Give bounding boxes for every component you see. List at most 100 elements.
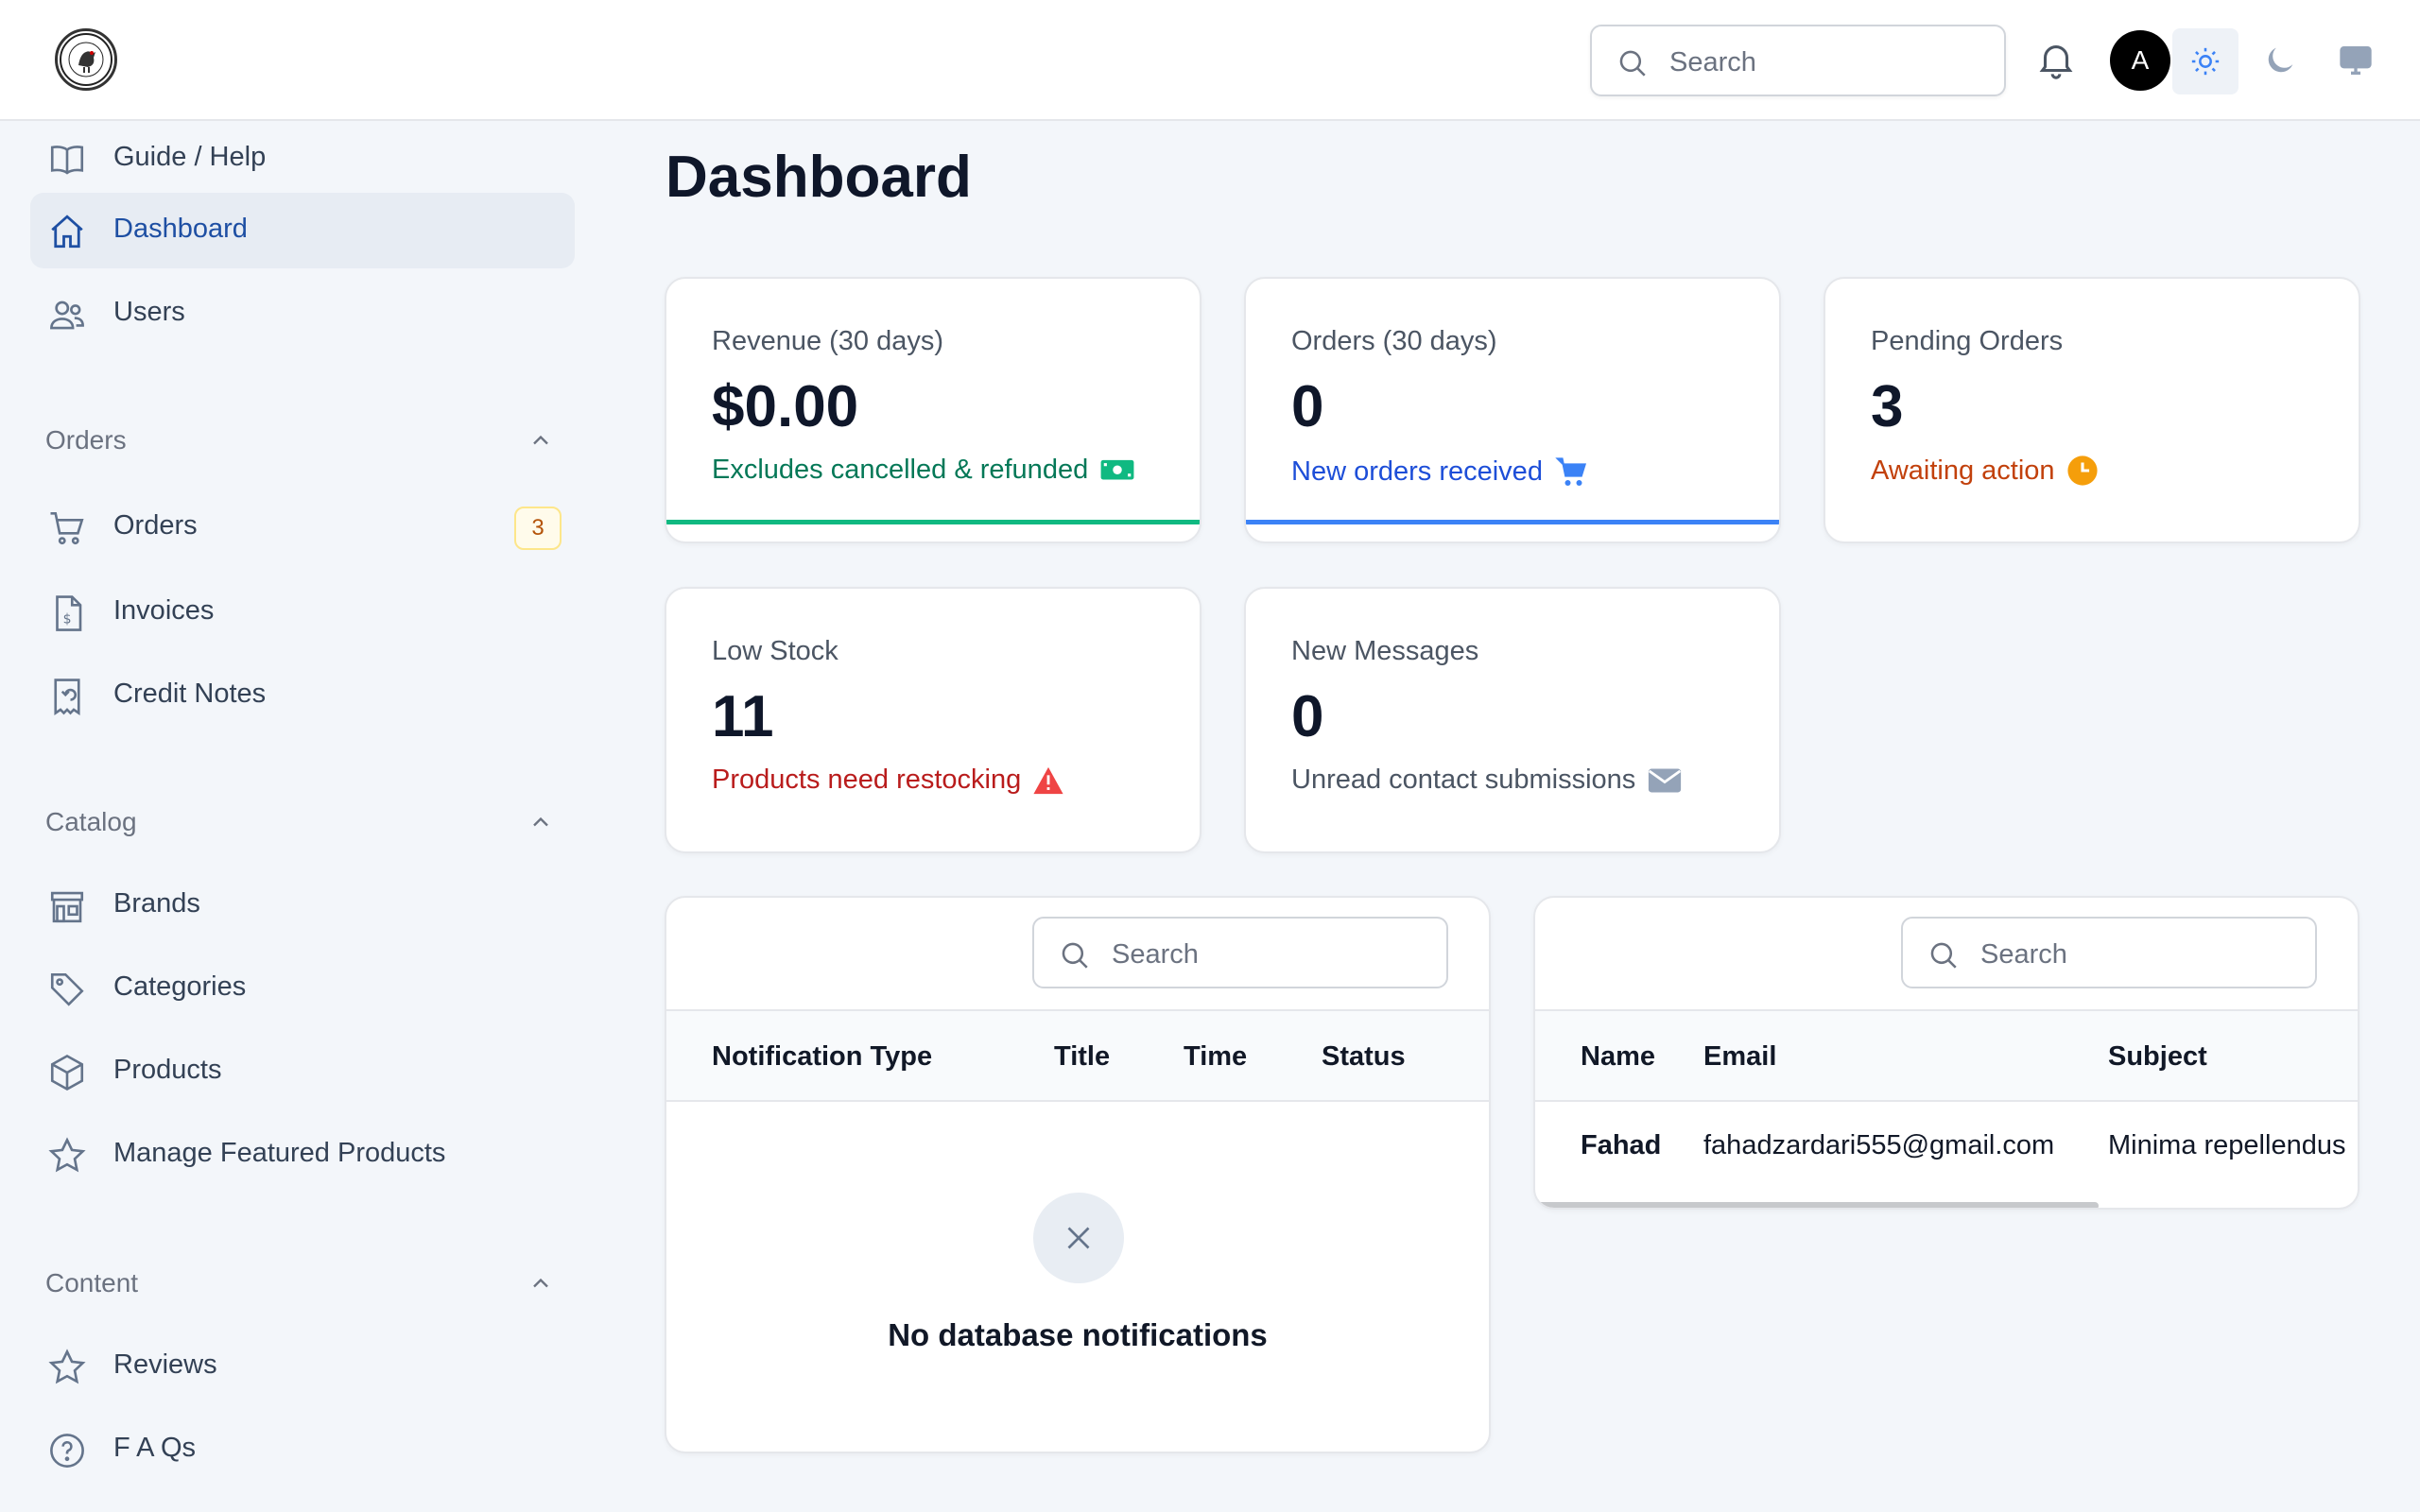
stat-value: 0 xyxy=(1291,684,1324,749)
sidebar-item-invoices[interactable]: $ Invoices xyxy=(30,575,575,650)
messages-table-header: Name Email Subject xyxy=(1535,1009,2358,1102)
notifications-search-input[interactable]: Search xyxy=(1032,917,1448,988)
stat-value: 3 xyxy=(1871,374,1904,439)
sidebar-group-catalog[interactable]: Catalog xyxy=(45,807,137,837)
column-header-name[interactable]: Name xyxy=(1581,1041,1655,1073)
sidebar-item-label: Reviews xyxy=(113,1349,217,1380)
stat-description-text: Excludes cancelled & refunded xyxy=(712,455,1089,485)
moon-icon[interactable] xyxy=(2261,42,2299,79)
chevron-up-icon[interactable] xyxy=(527,1270,554,1297)
storefront-icon xyxy=(50,891,84,923)
cube-icon xyxy=(50,1054,84,1091)
star-icon xyxy=(48,1349,86,1384)
stat-card-pending-orders[interactable]: Pending Orders 3 Awaiting action xyxy=(1824,277,2360,543)
column-header-title[interactable]: Title xyxy=(1054,1041,1110,1073)
column-header-subject[interactable]: Subject xyxy=(2108,1041,2207,1073)
invoice-icon: $ xyxy=(56,595,82,631)
notifications-search-placeholder: Search xyxy=(1112,939,1199,970)
messages-search-input[interactable]: Search xyxy=(1901,917,2317,988)
top-bar: Search A xyxy=(0,0,2420,121)
stat-description: Awaiting action xyxy=(1871,455,2099,487)
stat-card-orders[interactable]: Orders (30 days) 0 New orders received xyxy=(1244,277,1781,543)
sidebar-item-label: Orders xyxy=(113,510,198,541)
column-header-notification-type[interactable]: Notification Type xyxy=(712,1041,932,1073)
sidebar-item-categories[interactable]: Categories xyxy=(30,951,575,1026)
brand-logo[interactable] xyxy=(55,28,117,91)
stat-description-text: New orders received xyxy=(1291,455,1543,487)
stat-label: Low Stock xyxy=(712,636,838,666)
column-header-time[interactable]: Time xyxy=(1184,1041,1247,1073)
stat-card-revenue[interactable]: Revenue (30 days) $0.00 Excludes cancell… xyxy=(665,277,1201,543)
global-search-placeholder: Search xyxy=(1669,47,1756,77)
sidebar-item-products[interactable]: Products xyxy=(30,1034,575,1109)
close-icon xyxy=(1067,1227,1090,1249)
sidebar-item-label: Manage Featured Products xyxy=(113,1138,446,1168)
svg-text:$: $ xyxy=(63,612,72,627)
sidebar-item-manage-featured-products[interactable]: Manage Featured Products xyxy=(30,1117,575,1193)
stat-card-new-messages[interactable]: New Messages 0 Unread contact submission… xyxy=(1244,587,1781,853)
empty-state-icon-wrapper xyxy=(1033,1193,1124,1283)
sidebar: Guide / Help Dashboard Users Orders Orde… xyxy=(0,123,605,1512)
sidebar-item-orders[interactable]: Orders 3 xyxy=(30,490,575,565)
sidebar-item-dashboard[interactable]: Dashboard xyxy=(30,193,575,268)
sidebar-item-reviews[interactable]: Reviews xyxy=(30,1329,575,1404)
orders-count-badge: 3 xyxy=(514,507,562,550)
bell-icon[interactable] xyxy=(2034,38,2078,81)
horizontal-scrollbar[interactable] xyxy=(1535,1202,2099,1208)
sidebar-item-label: Users xyxy=(113,297,185,327)
home-icon xyxy=(51,215,83,249)
global-search-input[interactable]: Search xyxy=(1590,25,2006,96)
receipt-refund-icon xyxy=(54,679,80,715)
column-header-status[interactable]: Status xyxy=(1322,1041,1406,1073)
notifications-table-card: Search Notification Type Title Time Stat… xyxy=(665,896,1491,1453)
sidebar-item-label: F A Qs xyxy=(113,1433,197,1463)
warning-icon xyxy=(1033,766,1063,794)
clock-icon xyxy=(2066,455,2098,486)
cell-name: Fahad xyxy=(1581,1130,1662,1160)
sidebar-group-content[interactable]: Content xyxy=(45,1268,138,1298)
stat-description-text: Awaiting action xyxy=(1871,455,2055,486)
stat-description: Products need restocking xyxy=(712,765,1064,796)
cell-subject: Minima repellendus xyxy=(2108,1130,2346,1160)
notifications-table-header: Notification Type Title Time Status xyxy=(666,1009,1489,1102)
column-header-email[interactable]: Email xyxy=(1703,1041,1776,1073)
cart-icon xyxy=(50,511,84,545)
book-icon xyxy=(50,146,84,175)
search-icon xyxy=(1619,50,1646,77)
sidebar-item-label: Invoices xyxy=(113,595,215,626)
stat-description: Excludes cancelled & refunded xyxy=(712,455,1135,486)
stat-description-text: Unread contact submissions xyxy=(1291,765,1636,795)
stat-label: Pending Orders xyxy=(1871,326,2064,356)
stat-accent-bar xyxy=(1246,520,1779,524)
question-circle-icon xyxy=(50,1434,84,1468)
user-avatar[interactable]: A xyxy=(2110,30,2170,91)
messages-table-card: Search Name Email Subject Fahad fahadzar… xyxy=(1533,896,2360,1210)
stat-label: New Messages xyxy=(1291,636,1479,666)
stat-value: 0 xyxy=(1291,374,1324,439)
sidebar-item-label: Categories xyxy=(113,971,247,1002)
monitor-icon[interactable] xyxy=(2337,42,2375,79)
sidebar-item-users[interactable]: Users xyxy=(30,276,575,352)
sidebar-item-label: Credit Notes xyxy=(113,679,267,709)
sidebar-item-guide-help[interactable]: Guide / Help xyxy=(30,121,575,197)
sun-icon xyxy=(2191,47,2220,76)
sidebar-group-orders[interactable]: Orders xyxy=(45,425,127,455)
theme-light-button[interactable] xyxy=(2172,28,2238,94)
sidebar-item-label: Products xyxy=(113,1055,222,1085)
chevron-up-icon[interactable] xyxy=(527,427,554,454)
search-icon xyxy=(1062,942,1088,969)
stat-card-low-stock[interactable]: Low Stock 11 Products need restocking xyxy=(665,587,1201,853)
users-icon xyxy=(50,301,84,330)
empty-state-text: No database notifications xyxy=(888,1317,1268,1352)
sidebar-item-label: Brands xyxy=(113,888,200,919)
cash-icon xyxy=(1100,459,1134,479)
sidebar-item-faqs[interactable]: F A Qs xyxy=(30,1412,575,1487)
sidebar-item-brands[interactable]: Brands xyxy=(30,868,575,943)
sidebar-item-credit-notes[interactable]: Credit Notes xyxy=(30,658,575,733)
stat-description-text: Products need restocking xyxy=(712,765,1022,795)
tag-icon xyxy=(50,972,84,1006)
envelope-icon xyxy=(1649,768,1682,792)
stat-description: Unread contact submissions xyxy=(1291,765,1683,796)
chevron-up-icon[interactable] xyxy=(527,809,554,835)
stat-label: Revenue (30 days) xyxy=(712,326,944,356)
